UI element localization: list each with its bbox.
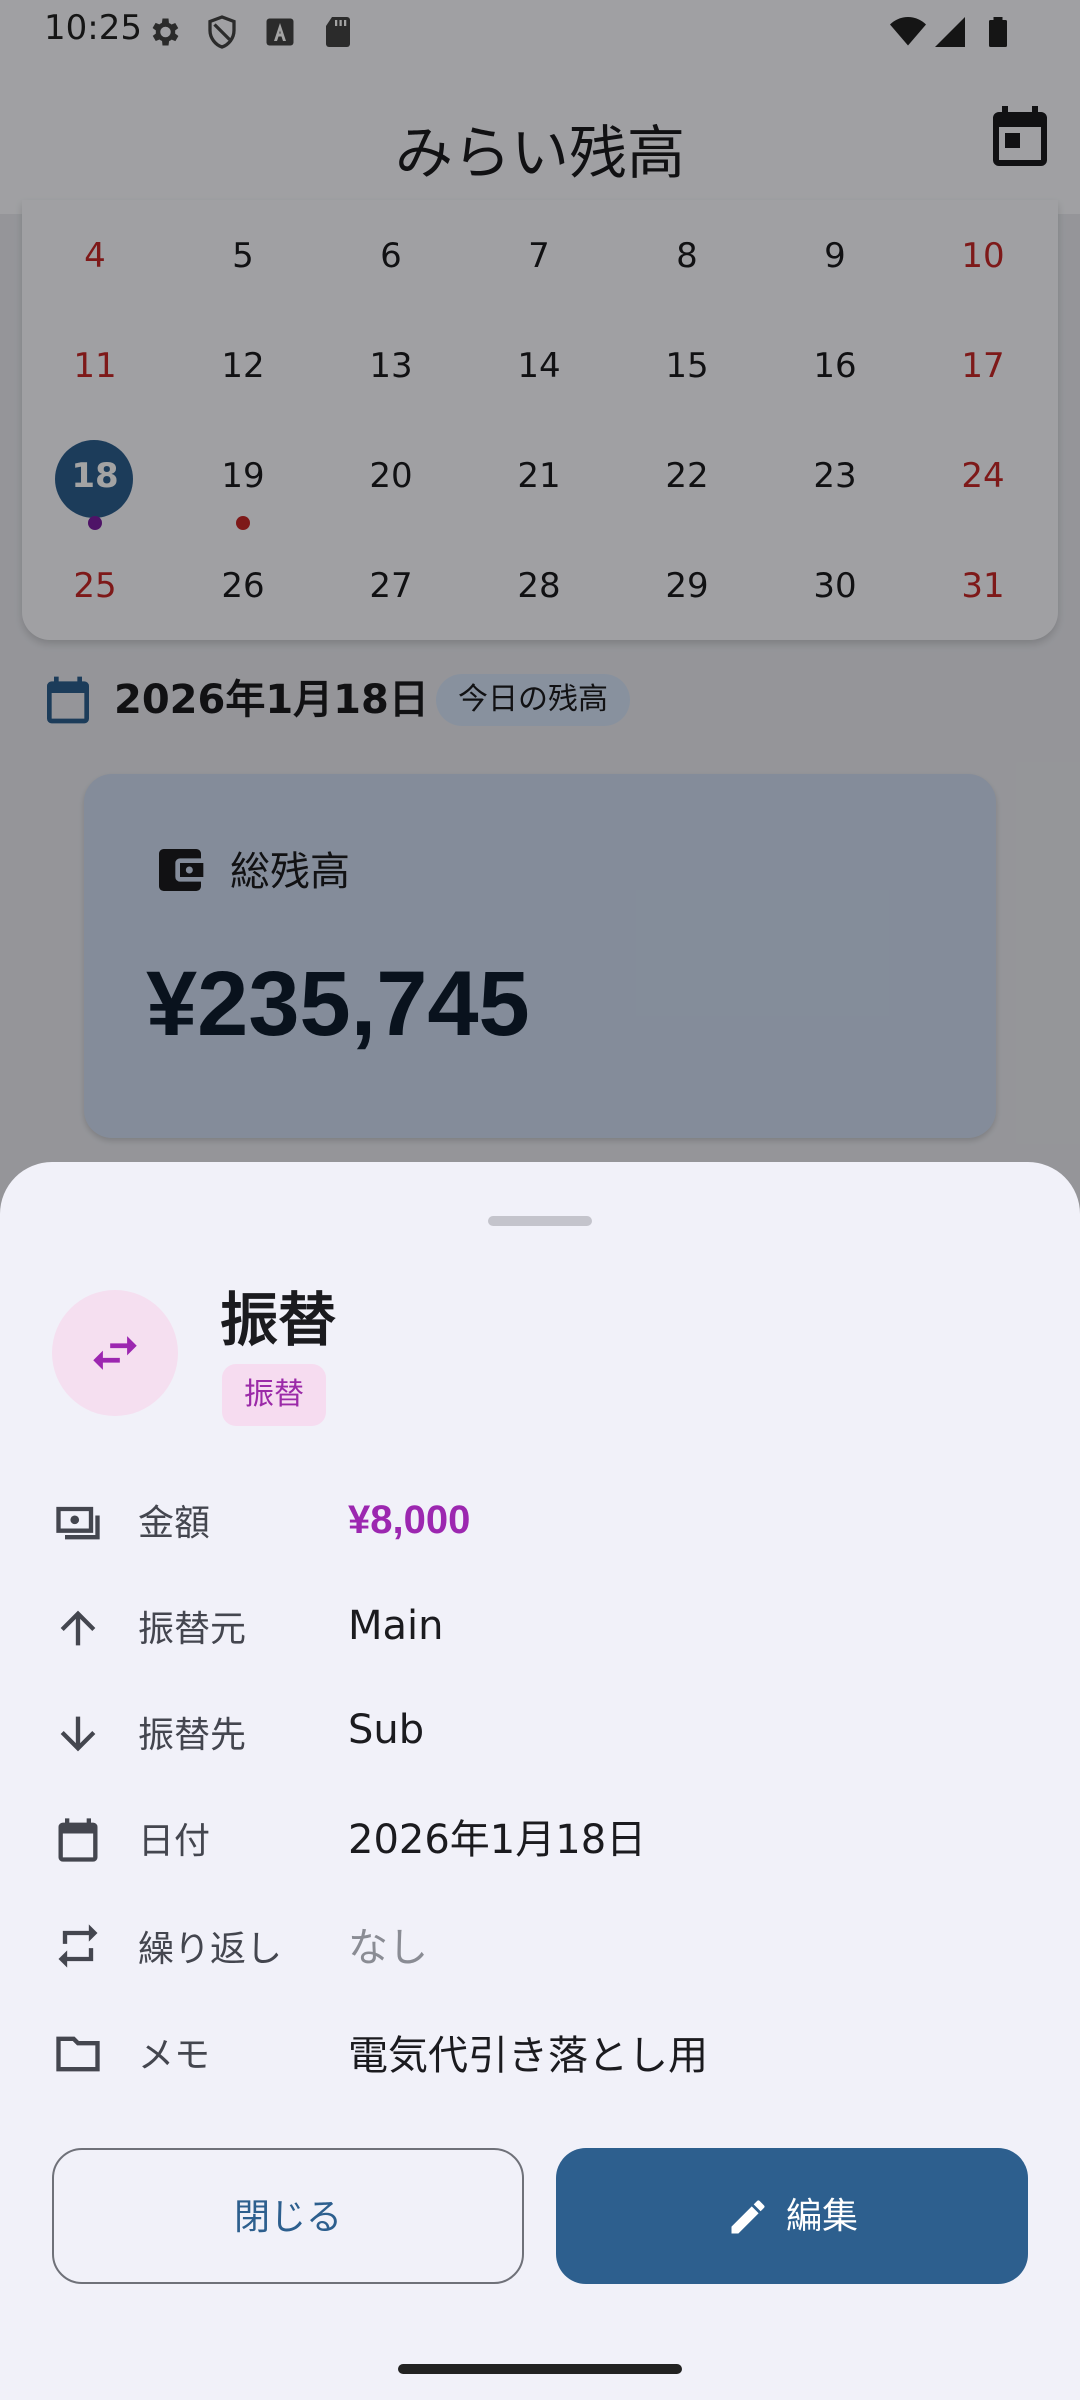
drag-handle[interactable] [488,1216,592,1226]
sheet-title: 振替 [220,1286,337,1354]
calendar-icon [58,1818,98,1862]
detail-label: 日付 [138,1821,211,1862]
repeat-icon [58,1924,98,1968]
memo-value: 電気代引き落とし用 [348,2033,708,2079]
detail-label: 金額 [138,1503,211,1544]
cash-icon [56,1506,100,1540]
to-account-value: Sub [348,1707,425,1753]
close-button[interactable]: 閉じる [52,2148,524,2284]
date-value: 2026年1月18日 [348,1817,647,1863]
detail-label: 繰り返し [138,1929,283,1970]
arrow-up-icon [60,1610,96,1646]
folder-icon [56,2036,100,2072]
detail-label: 振替先 [138,1715,247,1756]
close-button-label: 閉じる [233,2197,342,2238]
type-chip: 振替 [222,1364,326,1426]
edit-button-label: 編集 [785,2196,858,2237]
from-account-value: Main [348,1603,444,1649]
amount-value: ¥8,000 [348,1498,471,1542]
arrow-down-icon [60,1716,96,1752]
swap-icon [93,1336,137,1370]
pencil-icon [731,2200,765,2234]
edit-button[interactable]: 編集 [556,2148,1028,2284]
repeat-value: なし [348,1925,428,1971]
detail-label: メモ [138,2035,211,2076]
gesture-nav-bar[interactable] [398,2364,682,2374]
detail-label: 振替元 [138,1609,247,1650]
